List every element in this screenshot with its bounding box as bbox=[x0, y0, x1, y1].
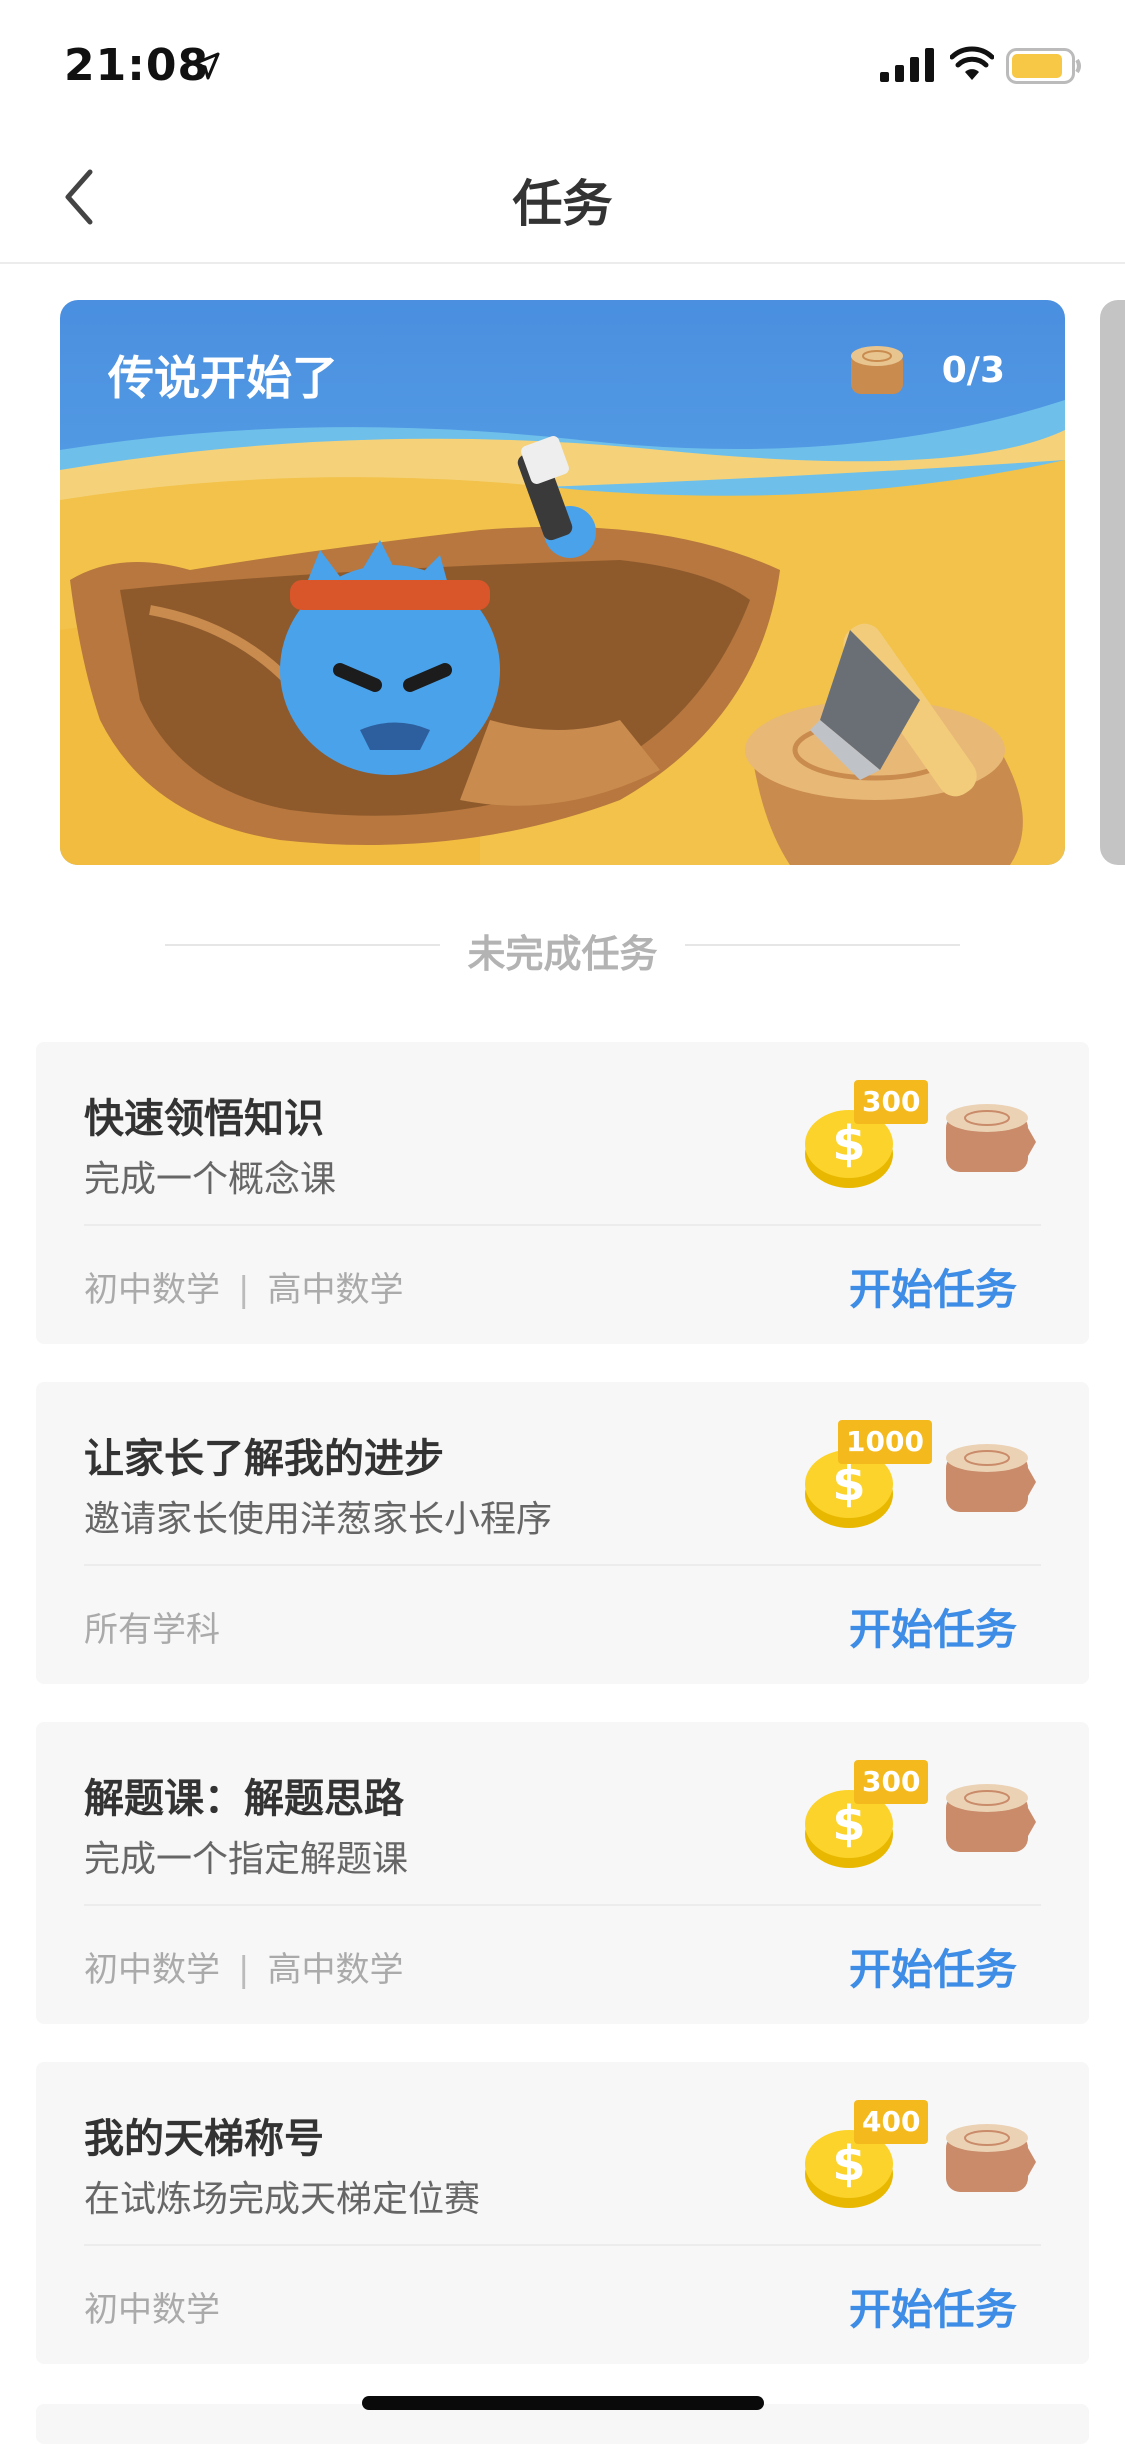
svg-text:$: $ bbox=[832, 1456, 865, 1512]
subject-tag: 所有学科 bbox=[84, 1610, 220, 1650]
subject-tag: 初中数学 bbox=[84, 2290, 220, 2330]
svg-text:$: $ bbox=[832, 2136, 865, 2192]
task-card[interactable]: 我的天梯称号 在试炼场完成天梯定位赛 $ 400 初中数学 开始任务 bbox=[36, 2062, 1089, 2364]
subject-tag: 初中数学 bbox=[84, 1950, 220, 1990]
task-subjects: 初中数学 bbox=[84, 2282, 220, 2331]
subject-tag: 高中数学 bbox=[267, 1950, 404, 1990]
start-task-button[interactable]: 开始任务 bbox=[849, 2276, 1017, 2337]
banner-progress: 0/3 bbox=[941, 350, 1005, 391]
next-banner-peek[interactable] bbox=[1100, 300, 1125, 865]
tag-separator: | bbox=[238, 1950, 250, 1990]
page-title: 任务 bbox=[512, 175, 613, 233]
svg-text:$: $ bbox=[832, 1116, 865, 1172]
status-bar: 21:08 bbox=[0, 0, 1125, 132]
location-arrow-icon bbox=[192, 52, 220, 80]
card-separator bbox=[84, 1904, 1041, 1906]
card-separator bbox=[84, 1564, 1041, 1566]
wood-log-icon bbox=[851, 346, 903, 394]
wood-log-icon bbox=[946, 1444, 1036, 1512]
home-indicator[interactable] bbox=[362, 2396, 764, 2410]
wood-log-icon bbox=[946, 1104, 1036, 1172]
card-separator bbox=[84, 1224, 1041, 1226]
task-desc: 完成一个指定解题课 bbox=[84, 1839, 409, 1880]
svg-text:$: $ bbox=[832, 1796, 865, 1852]
subject-tag: 初中数学 bbox=[84, 1270, 220, 1310]
start-task-button[interactable]: 开始任务 bbox=[849, 1596, 1017, 1657]
start-task-button[interactable]: 开始任务 bbox=[849, 1256, 1017, 1317]
battery-icon bbox=[1006, 48, 1081, 84]
reward-badge: 400 bbox=[854, 2100, 929, 2144]
nav-bar: 任务 bbox=[0, 132, 1125, 264]
banner-title: 传说开始了 bbox=[108, 351, 338, 405]
task-card[interactable]: 快速领悟知识 完成一个概念课 $ 300 初中数学 | 高中数学 开始任务 bbox=[36, 1042, 1089, 1344]
quest-banner[interactable]: 传说开始了 0/3 bbox=[60, 300, 1065, 865]
subject-tag: 高中数学 bbox=[267, 1270, 404, 1310]
wood-log-icon bbox=[946, 1784, 1036, 1852]
task-card[interactable]: 让家长了解我的进步 邀请家长使用洋葱家长小程序 $ 1000 所有学科 开始任务 bbox=[36, 1382, 1089, 1684]
tag-separator: | bbox=[238, 1270, 250, 1310]
task-title: 快速领悟知识 bbox=[84, 1096, 324, 1142]
task-title: 我的天梯称号 bbox=[84, 2116, 324, 2162]
task-subjects: 初中数学 | 高中数学 bbox=[84, 1262, 403, 1311]
task-subjects: 所有学科 bbox=[84, 1602, 220, 1651]
task-card-partial[interactable] bbox=[36, 2404, 1089, 2444]
reward-badge: 300 bbox=[854, 1080, 929, 1124]
section-divider: 未完成任务 bbox=[165, 915, 960, 976]
task-desc: 完成一个概念课 bbox=[84, 1159, 337, 1200]
reward-badge: 1000 bbox=[838, 1420, 932, 1464]
task-card[interactable]: 解题课：解题思路 完成一个指定解题课 $ 300 初中数学 | 高中数学 开始任务 bbox=[36, 1722, 1089, 2024]
wifi-icon bbox=[950, 46, 994, 80]
cellular-signal-icon bbox=[880, 48, 934, 82]
divider-line-right bbox=[685, 944, 960, 946]
task-subjects: 初中数学 | 高中数学 bbox=[84, 1942, 403, 1991]
section-label: 未完成任务 bbox=[467, 932, 658, 976]
task-title: 让家长了解我的进步 bbox=[84, 1436, 444, 1482]
task-desc: 邀请家长使用洋葱家长小程序 bbox=[84, 1499, 553, 1540]
task-desc: 在试炼场完成天梯定位赛 bbox=[84, 2179, 481, 2220]
status-time: 21:08 bbox=[64, 40, 210, 91]
card-separator bbox=[84, 2244, 1041, 2246]
task-title: 解题课：解题思路 bbox=[84, 1776, 404, 1822]
start-task-button[interactable]: 开始任务 bbox=[849, 1936, 1017, 1997]
wood-log-icon bbox=[946, 2124, 1036, 2192]
reward-badge: 300 bbox=[854, 1760, 929, 1804]
